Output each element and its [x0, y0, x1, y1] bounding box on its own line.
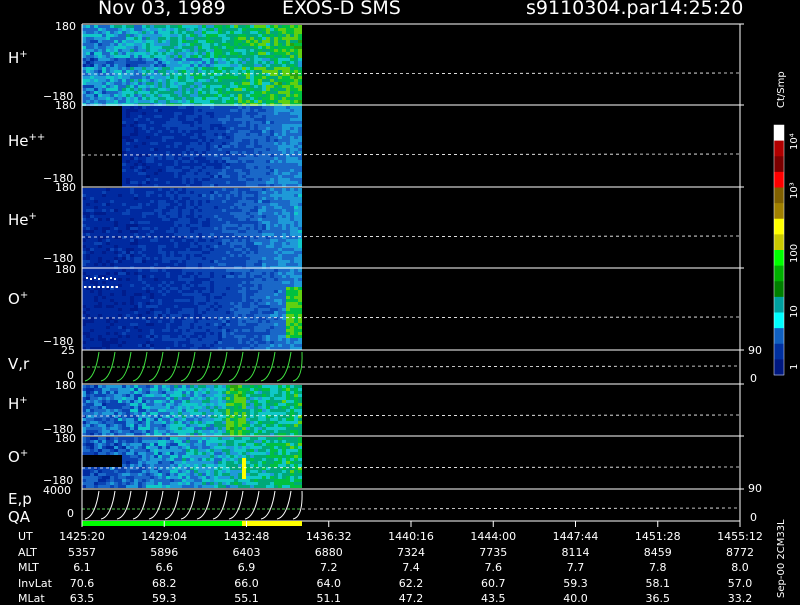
p4-ytop: 180 — [55, 263, 76, 276]
ephemeris-cell: 1447:44 — [550, 530, 602, 543]
ephemeris-cell: 8114 — [550, 546, 602, 559]
plot-date: Nov 03, 1989 — [98, 0, 226, 19]
ephemeris-label-mlat: MLat — [18, 592, 45, 605]
ephemeris-cell: 33.2 — [714, 592, 766, 605]
colorbar-label-1e4: 10⁴ — [789, 133, 800, 150]
ephemeris-cell: 63.5 — [56, 592, 108, 605]
ephemeris-cell: 62.2 — [385, 577, 437, 590]
ephemeris-cell: 7.7 — [550, 561, 602, 574]
spectrogram-plot — [0, 0, 800, 600]
panel-6-label: H+ — [8, 395, 28, 413]
file-name: s9110304.par — [526, 0, 658, 19]
colorbar-label-10: 10 — [789, 305, 800, 318]
ephemeris-cell: 5357 — [56, 546, 108, 559]
version-tag: Sep-00 2CM33L — [776, 519, 787, 598]
ephemeris-cell: 7.6 — [467, 561, 519, 574]
ephemeris-cell: 1455:12 — [714, 530, 766, 543]
qa-bar — [82, 521, 302, 526]
p1-ytop: 180 — [55, 20, 76, 33]
ephemeris-cell: 7324 — [385, 546, 437, 559]
ephemeris-cell: 59.3 — [550, 577, 602, 590]
ephemeris-cell: 7.8 — [632, 561, 684, 574]
spectrogram-panel-7 — [82, 437, 302, 488]
ephemeris-cell: 1440:16 — [385, 530, 437, 543]
ephemeris-label-alt: ALT — [18, 546, 37, 559]
spectrogram-panel-6 — [82, 385, 302, 436]
panel-4-label: O+ — [8, 290, 28, 308]
ephemeris-cell: 55.1 — [221, 592, 273, 605]
ephemeris-cell: 59.3 — [138, 592, 190, 605]
ephemeris-cell: 64.0 — [303, 577, 355, 590]
spectrogram-panel-4 — [82, 269, 302, 350]
ephemeris-cell: 8.0 — [714, 561, 766, 574]
p8-ytop: 4000 — [43, 484, 71, 497]
ephemeris-cell: 1451:28 — [632, 530, 684, 543]
p3-ytop: 180 — [55, 181, 76, 194]
colorbar-label-1: 1 — [789, 364, 800, 370]
p7-ytop: 180 — [55, 432, 76, 445]
ephemeris-cell: 6.6 — [138, 561, 190, 574]
ephemeris-cell: 66.0 — [221, 577, 273, 590]
colorbar — [774, 125, 784, 376]
ephemeris-cell: 7.2 — [303, 561, 355, 574]
ephemeris-cell: 6403 — [221, 546, 273, 559]
instrument-name: EXOS-D SMS — [282, 0, 401, 19]
ephemeris-cell: 36.5 — [632, 592, 684, 605]
spectrogram-panel-3 — [82, 188, 302, 269]
ephemeris-cell: 1432:48 — [221, 530, 273, 543]
ephemeris-cell: 7735 — [467, 546, 519, 559]
ephemeris-cell: 70.6 — [56, 577, 108, 590]
ephemeris-cell: 6880 — [303, 546, 355, 559]
colorbar-unit: Ct/Smp — [776, 71, 787, 108]
ephemeris-cell: 1444:00 — [467, 530, 519, 543]
ephemeris-cell: 1429:04 — [138, 530, 190, 543]
colorbar-label-1e3: 10³ — [789, 182, 800, 199]
colorbar-label-100: 100 — [789, 244, 800, 263]
ephemeris-cell: 6.1 — [56, 561, 108, 574]
panel-3-label: He+ — [8, 211, 37, 229]
ephemeris-cell: 5896 — [138, 546, 190, 559]
ephemeris-label-invlat: InvLat — [18, 577, 52, 590]
qa-label: QA — [8, 508, 30, 526]
ephemeris-cell: 68.2 — [138, 577, 190, 590]
spectrogram-panel-2 — [82, 106, 302, 187]
ephemeris-cell: 58.1 — [632, 577, 684, 590]
panel-1-label: H+ — [8, 49, 28, 67]
ephemeris-cell: 60.7 — [467, 577, 519, 590]
ephemeris-cell: 1425:20 — [56, 530, 108, 543]
plot-time: 14:25:20 — [658, 0, 743, 19]
ephemeris-cell: 51.1 — [303, 592, 355, 605]
panel-7-label: O+ — [8, 448, 28, 466]
ephemeris-cell: 47.2 — [385, 592, 437, 605]
ephemeris-cell: 7.4 — [385, 561, 437, 574]
ephemeris-cell: 1436:32 — [303, 530, 355, 543]
ephemeris-cell: 6.9 — [221, 561, 273, 574]
ephemeris-cell: 43.5 — [467, 592, 519, 605]
spectrogram-panels — [82, 24, 740, 519]
panel-8-label: E,p — [8, 490, 32, 508]
ephemeris-cell: 40.0 — [550, 592, 602, 605]
p8-ybot: 0 — [67, 507, 74, 520]
p5-ytop: 25 — [61, 344, 75, 357]
ephemeris-cell: 57.0 — [714, 577, 766, 590]
ephemeris-label-mlt: MLT — [18, 561, 39, 574]
panel-2-label: He++ — [8, 132, 45, 150]
ephemeris-cell: 8772 — [714, 546, 766, 559]
spectrogram-panel-1 — [82, 25, 302, 106]
ephemeris-label-ut: UT — [18, 530, 33, 543]
p5-rtop: 90 — [748, 344, 762, 357]
panel-5-label: V,r — [8, 355, 29, 373]
p8-rbot: 0 — [750, 511, 757, 524]
p6-ytop: 180 — [55, 379, 76, 392]
p5-rbot: 0 — [750, 372, 757, 385]
ephemeris-cell: 8459 — [632, 546, 684, 559]
p2-ytop: 180 — [55, 99, 76, 112]
p8-rtop: 90 — [748, 482, 762, 495]
